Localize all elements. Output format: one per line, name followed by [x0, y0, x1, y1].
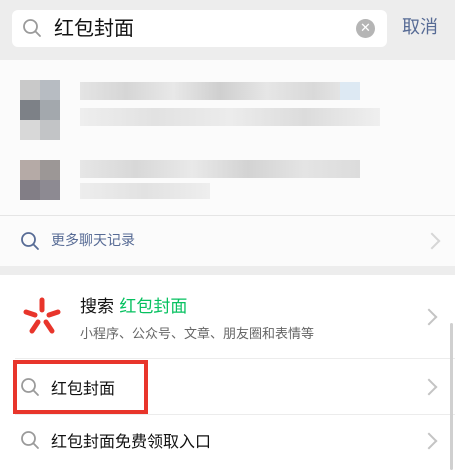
chevron-right-icon: [420, 308, 438, 326]
annotation-highlight-box: [13, 360, 148, 414]
blurred-text: [80, 108, 380, 126]
search-app-title-prefix: 搜索: [80, 297, 114, 317]
search-icon: [22, 18, 42, 38]
chat-results-panel: 更多聊天记录: [0, 60, 455, 266]
chevron-right-icon: [420, 378, 438, 396]
avatar: [20, 80, 60, 140]
avatar: [20, 160, 60, 200]
cancel-button[interactable]: 取消: [402, 16, 438, 40]
scrollbar[interactable]: [450, 323, 453, 470]
blurred-text: [340, 82, 360, 100]
blurred-text: [80, 82, 360, 100]
chat-result-item[interactable]: [0, 70, 455, 150]
suggestion-label: 红包封面免费领取入口: [51, 432, 212, 451]
suggestion-item[interactable]: 红包封面免费领取入口: [0, 415, 455, 470]
search-header: 红包封面 ✕ 取消: [0, 0, 455, 60]
more-chat-history-label: 更多聊天记录: [51, 233, 135, 249]
more-chat-history-row[interactable]: 更多聊天记录: [0, 215, 455, 266]
blurred-text: [80, 160, 360, 178]
search-app-subtitle: 小程序、公众号、文章、朋友圈和表情等: [80, 327, 315, 342]
search-app-title: 搜索 红包封面: [80, 292, 187, 317]
blurred-text: [80, 183, 210, 199]
search-app-row[interactable]: 搜索 红包封面 小程序、公众号、文章、朋友圈和表情等: [0, 275, 455, 358]
chevron-right-icon: [423, 232, 441, 250]
search-input[interactable]: 红包封面 ✕: [12, 10, 387, 47]
clear-icon[interactable]: ✕: [356, 19, 375, 38]
search-logo-icon: [20, 294, 64, 338]
search-icon: [20, 430, 40, 450]
search-icon: [20, 231, 40, 251]
chevron-right-icon: [420, 432, 438, 450]
search-query-text[interactable]: 红包封面: [54, 16, 134, 41]
chat-result-item[interactable]: [0, 155, 455, 215]
search-app-title-keyword: 红包封面: [119, 297, 188, 317]
